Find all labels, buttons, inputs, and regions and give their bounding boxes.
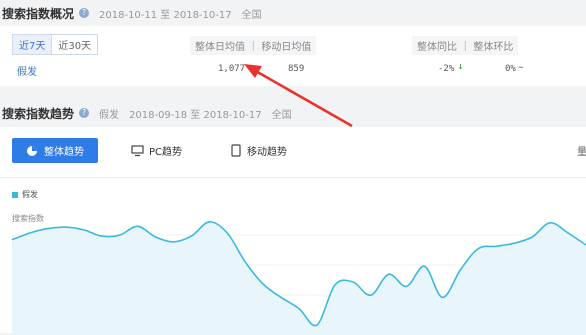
- data-point[interactable]: [278, 294, 284, 300]
- mobile-trend-button[interactable]: 移动趋势: [231, 138, 287, 163]
- overview-title: 搜索指数概况: [2, 6, 75, 21]
- data-point[interactable]: [170, 239, 176, 245]
- legend-swatch: [12, 191, 18, 198]
- help-icon[interactable]: ?: [79, 108, 90, 118]
- trend-chart: [9, 219, 586, 335]
- data-point[interactable]: [224, 230, 230, 236]
- data-point[interactable]: [99, 233, 105, 239]
- mobile-trend-label: 移动趋势: [247, 147, 287, 158]
- data-point[interactable]: [565, 230, 571, 236]
- data-point[interactable]: [153, 234, 159, 240]
- data-point[interactable]: [45, 226, 51, 232]
- overall-trend-button[interactable]: 整体趋势: [12, 138, 98, 163]
- data-point[interactable]: [63, 224, 69, 230]
- cut-off-label: 量: [577, 147, 586, 158]
- trend-header: 搜索指数趋势 ? 假发 2018-09-18 至 2018-10-17 全国: [0, 100, 586, 126]
- chart-legend: 假发: [12, 189, 38, 200]
- data-point[interactable]: [529, 234, 535, 240]
- data-point[interactable]: [457, 267, 463, 273]
- legend-label: 假发: [22, 190, 38, 199]
- data-point[interactable]: [27, 230, 33, 236]
- data-point[interactable]: [9, 237, 15, 243]
- data-point[interactable]: [440, 294, 446, 300]
- data-point[interactable]: [296, 306, 302, 312]
- trend-date-range: 2018-09-18 至 2018-10-17: [129, 109, 262, 121]
- overview-card: 近7天 近30天 整体日均值 ｜ 移动日均值 整体同比 ｜ 整体环比 假发 1,…: [0, 26, 586, 128]
- data-point[interactable]: [260, 281, 266, 287]
- data-point[interactable]: [206, 219, 212, 225]
- data-point[interactable]: [350, 279, 356, 285]
- divider: [0, 177, 586, 178]
- data-point[interactable]: [368, 292, 374, 298]
- data-point[interactable]: [493, 243, 499, 249]
- overview-header: 搜索指数概况 ? 2018-10-11 至 2018-10-17 全国: [0, 0, 586, 26]
- data-point[interactable]: [242, 259, 248, 265]
- data-point[interactable]: [547, 220, 553, 226]
- data-point[interactable]: [117, 232, 123, 238]
- overview-date-range: 2018-10-11 至 2018-10-17: [99, 9, 232, 21]
- pc-trend-label: PC趋势: [149, 147, 183, 158]
- data-point[interactable]: [404, 283, 410, 289]
- data-point[interactable]: [475, 246, 481, 252]
- trend-title: 搜索指数趋势: [2, 106, 75, 121]
- data-point[interactable]: [332, 282, 338, 288]
- data-point[interactable]: [314, 322, 320, 328]
- data-point[interactable]: [135, 223, 141, 229]
- data-point[interactable]: [386, 271, 392, 277]
- monitor-icon: [131, 144, 144, 156]
- trend-keyword: 假发: [99, 109, 120, 121]
- overall-trend-label: 整体趋势: [44, 147, 84, 158]
- phone-icon: [231, 144, 241, 157]
- data-point[interactable]: [511, 240, 517, 246]
- help-icon[interactable]: ?: [79, 8, 90, 18]
- series-area-fill: [12, 221, 586, 335]
- trend-region: 全国: [271, 109, 292, 121]
- trend-card: 整体趋势 PC趋势 移动趋势 量 假发 搜索指数: [0, 127, 586, 335]
- data-point[interactable]: [81, 227, 87, 233]
- data-point[interactable]: [422, 263, 428, 269]
- pie-icon: [27, 145, 37, 156]
- data-point[interactable]: [188, 233, 194, 239]
- overview-region: 全国: [241, 9, 262, 21]
- pc-trend-button[interactable]: PC趋势: [131, 138, 182, 163]
